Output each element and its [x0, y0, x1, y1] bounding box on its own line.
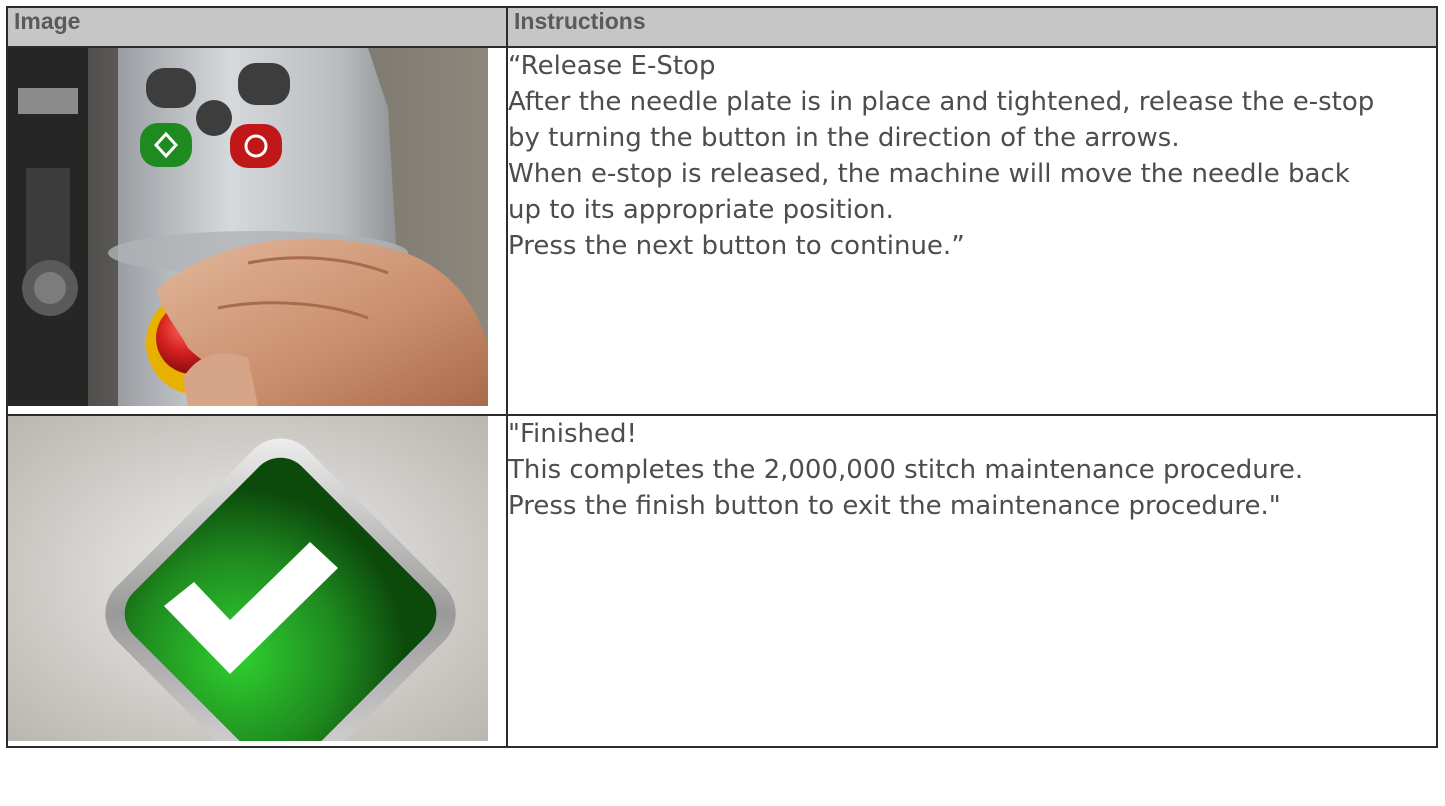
instruction-line: Press the finish button to exit the main… — [508, 491, 1281, 521]
instruction-line: Press the next button to continue.” — [508, 231, 965, 261]
instruction-table: Image Instructions “Release E-Stop After… — [6, 6, 1438, 748]
image-cell — [6, 414, 508, 748]
header-instructions: Instructions — [506, 6, 1438, 48]
document-page: Image Instructions “Release E-Stop After… — [0, 0, 1445, 806]
instruction-line: This completes the 2,000,000 stitch main… — [508, 455, 1304, 485]
table-row: “Release E-Stop After the needle plate i… — [6, 46, 1438, 416]
image-cell — [6, 46, 508, 416]
table-row: "Finished! This completes the 2,000,000 … — [6, 414, 1438, 748]
instruction-line: After the needle plate is in place and t… — [508, 87, 1375, 117]
instruction-line: up to its appropriate position. — [508, 195, 894, 225]
estop-release-photo — [8, 48, 488, 406]
header-image: Image — [6, 6, 508, 48]
instruction-cell: “Release E-Stop After the needle plate i… — [506, 46, 1438, 416]
instruction-line: “Release E-Stop — [508, 51, 716, 81]
instruction-line: by turning the button in the direction o… — [508, 123, 1180, 153]
instruction-line: When e-stop is released, the machine wil… — [508, 159, 1350, 189]
table-header-row: Image Instructions — [6, 6, 1438, 48]
instruction-line: "Finished! — [508, 419, 637, 449]
instruction-cell: "Finished! This completes the 2,000,000 … — [506, 414, 1438, 748]
finished-checkmark-image — [8, 416, 488, 741]
